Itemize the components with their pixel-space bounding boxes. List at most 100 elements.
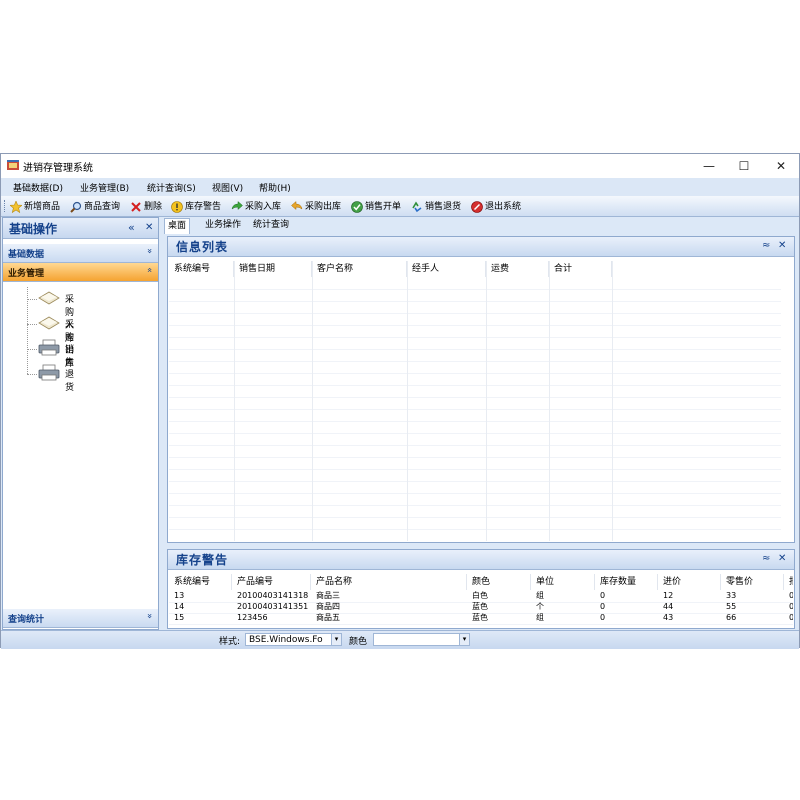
column-divider (234, 261, 235, 541)
column-divider (407, 261, 408, 541)
toolbar-grip[interactable] (4, 200, 7, 212)
table-cell: 66 (726, 613, 737, 622)
document-icon (38, 316, 60, 330)
close-panel-icon[interactable]: ✕ (778, 240, 786, 251)
toolbar-stock-warning-button[interactable]: 库存警告 (171, 199, 221, 213)
table-row (169, 374, 781, 386)
magnifier-icon (70, 201, 82, 213)
exit-icon (471, 200, 483, 213)
star-icon (9, 199, 23, 213)
menu-bar: 基础数据(D) 业务管理(B) 统计查询(S) 视图(V) 帮助(H) (1, 178, 799, 196)
group-business[interactable]: 业务管理 « (3, 263, 158, 282)
maximize-button[interactable]: ☐ (728, 154, 760, 178)
table-cell: 白色 (472, 591, 488, 600)
tab-statistics-query[interactable]: 统计查询 (250, 218, 292, 233)
group-basic-data[interactable]: 基础数据 » (3, 244, 158, 263)
info-list-header: 信息列表 ≈ ✕ (168, 237, 794, 257)
table-cell: 123456 (237, 613, 268, 622)
column-header[interactable]: 经手人 (407, 261, 486, 277)
tree-item-label: 销售 (65, 345, 75, 368)
table-row (169, 302, 781, 314)
business-tree: 采购入库 采购出库 销售 退货 (3, 282, 158, 602)
printer-icon (38, 339, 60, 356)
menu-help[interactable]: 帮助(H) (259, 181, 291, 194)
arrow-right-icon (231, 200, 243, 210)
table-row (169, 398, 781, 410)
toolbar-delete-button[interactable]: 删除 (130, 199, 162, 213)
collapse-up-icon[interactable]: ≈ (762, 553, 770, 564)
toolbar-purchase-out-button[interactable]: 采购出库 (291, 199, 341, 213)
tab-business-operations[interactable]: 业务操作 (202, 218, 244, 233)
collapse-panel-button[interactable]: « (128, 221, 135, 234)
toolbar: 新增商品 商品查询 删除 库存警告 采购入库 采购出库 销售开单 销售退货 退出… (1, 196, 799, 217)
column-header[interactable]: 产品编号 (232, 574, 311, 590)
arrow-left-icon (291, 200, 303, 210)
menu-statistics[interactable]: 统计查询(S) (147, 181, 196, 194)
table-cell: 0 (600, 613, 606, 622)
column-header[interactable]: 批 (784, 574, 793, 590)
close-panel-button[interactable]: ✕ (145, 222, 153, 233)
close-panel-icon[interactable]: ✕ (778, 553, 786, 564)
toolbar-label: 商品查询 (84, 202, 121, 212)
column-header[interactable]: 销售日期 (234, 261, 312, 277)
chevron-down-icon: » (144, 248, 155, 254)
style-select[interactable]: BSE.Windows.Fo ▾ (245, 633, 342, 646)
table-row (169, 362, 781, 374)
menu-business[interactable]: 业务管理(B) (80, 181, 129, 194)
table-row (169, 326, 781, 338)
toolbar-product-query-button[interactable]: 商品查询 (70, 199, 120, 213)
minimize-button[interactable]: — (693, 154, 725, 178)
column-header[interactable]: 系统编号 (169, 574, 232, 590)
toolbar-sales-return-button[interactable]: 销售退货 (411, 199, 461, 213)
table-cell: 14 (174, 602, 185, 611)
table-cell: 0 (789, 591, 793, 600)
group-query-statistics[interactable]: 查询统计 » (3, 609, 158, 628)
toolbar-sales-order-button[interactable]: 销售开单 (351, 199, 401, 213)
info-list-panel: 信息列表 ≈ ✕ 系统编号 销售日期 客户名称 经手人 运费 合计 (167, 236, 795, 543)
table-cell: 组 (536, 613, 544, 622)
table-cell: 20100403141351 (237, 602, 309, 611)
column-header[interactable]: 零售价 (721, 574, 784, 590)
info-list-title: 信息列表 (176, 240, 229, 254)
menu-basic-data[interactable]: 基础数据(D) (13, 181, 63, 194)
tab-desktop[interactable]: 桌面 (164, 218, 191, 234)
column-divider (486, 261, 487, 541)
table-row[interactable]: 15 123456 商品五 蓝色 组 0 43 66 0 (169, 613, 793, 625)
table-row (169, 434, 781, 446)
column-header[interactable]: 库存数量 (595, 574, 658, 590)
toolbar-label: 采购入库 (245, 202, 282, 212)
table-row (169, 530, 781, 541)
group-business-label: 业务管理 (8, 269, 45, 279)
table-cell: 44 (663, 602, 674, 611)
group-basic-data-label: 基础数据 (8, 250, 45, 260)
printer-icon (38, 364, 60, 381)
column-header[interactable]: 运费 (486, 261, 549, 277)
table-cell: 0 (789, 613, 793, 622)
stock-warning-header: 库存警告 ≈ ✕ (168, 550, 794, 570)
chevron-down-icon: ▾ (459, 634, 469, 645)
column-header[interactable]: 产品名称 (311, 574, 467, 590)
column-header[interactable]: 客户名称 (312, 261, 407, 277)
column-header[interactable]: 单位 (531, 574, 595, 590)
close-button[interactable]: ✕ (765, 154, 797, 178)
table-row (169, 290, 781, 302)
chevron-down-icon: ▾ (331, 634, 341, 645)
column-header[interactable]: 系统编号 (169, 261, 234, 277)
color-select[interactable]: ▾ (373, 633, 470, 646)
toolbar-purchase-in-button[interactable]: 采购入库 (231, 199, 281, 213)
column-header[interactable]: 合计 (549, 261, 612, 277)
toolbar-label: 退出系统 (485, 202, 522, 212)
column-header[interactable]: 颜色 (467, 574, 531, 590)
column-header[interactable]: 进价 (658, 574, 721, 590)
table-cell: 13 (174, 591, 185, 600)
collapse-up-icon[interactable]: ≈ (762, 240, 770, 251)
table-cell: 0 (789, 602, 793, 611)
toolbar-new-product-button[interactable]: 新增商品 (9, 199, 60, 213)
document-icon (38, 291, 60, 305)
menu-view[interactable]: 视图(V) (212, 181, 243, 194)
table-row (169, 446, 781, 458)
toolbar-exit-button[interactable]: 退出系统 (471, 199, 521, 213)
column-divider (312, 261, 313, 541)
recycle-icon (412, 201, 422, 212)
table-row (169, 482, 781, 494)
